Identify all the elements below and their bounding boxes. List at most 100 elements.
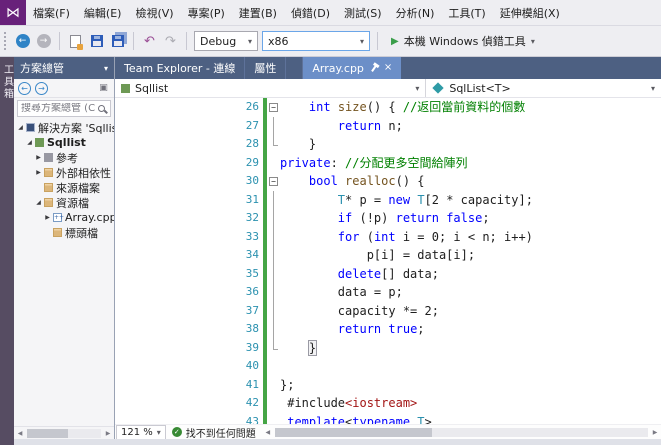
- save-button[interactable]: [88, 33, 105, 50]
- code-text[interactable]: private: //分配更多空間給陣列: [280, 154, 661, 173]
- menu-item[interactable]: 延伸模組(X): [493, 0, 567, 25]
- line-number: 40: [245, 359, 259, 372]
- type-scope-combo[interactable]: SqlList<T> ▾: [426, 79, 661, 97]
- tree-item-solution[interactable]: ◢ 解決方案 'Sqllist': [14, 120, 114, 135]
- menu-item[interactable]: 專案(P): [181, 0, 232, 25]
- expander-icon[interactable]: ◢: [34, 199, 43, 206]
- tree-item-resource-files[interactable]: ◢ 資源檔: [14, 195, 114, 210]
- health-indicator[interactable]: ✓ 找不到任何問題: [166, 425, 262, 440]
- navigate-forward-button[interactable]: →: [35, 33, 52, 50]
- chevron-down-icon: ▾: [530, 36, 535, 46]
- line-number: 43: [245, 414, 259, 425]
- menu-item[interactable]: 檢視(V): [128, 0, 180, 25]
- navigation-bar: Sqllist ▾ SqlList<T> ▾: [115, 79, 661, 98]
- project-scope-combo[interactable]: Sqllist ▾: [115, 79, 427, 97]
- code-text[interactable]: }: [280, 339, 661, 358]
- code-line-36: 36 data = p;: [115, 283, 661, 302]
- line-number: 27: [245, 118, 259, 132]
- solution-platform-combo[interactable]: x86 ▾: [262, 31, 370, 51]
- close-icon[interactable]: ×: [384, 63, 392, 73]
- scroll-right-icon[interactable]: ▶: [102, 430, 114, 437]
- code-lines[interactable]: 26− int size() { //返回當前資料的個數 27 return n;…: [115, 98, 661, 424]
- se-back-icon[interactable]: ←: [18, 81, 31, 95]
- visual-studio-logo-icon: ⋈: [0, 0, 26, 25]
- code-text[interactable]: if (!p) return false;: [280, 209, 661, 228]
- references-icon: [44, 153, 53, 162]
- code-text[interactable]: #include<iostream>: [280, 394, 661, 413]
- project-icon: [121, 83, 130, 93]
- code-text[interactable]: [280, 357, 661, 376]
- tree-item-header-files[interactable]: 標頭檔: [14, 225, 114, 240]
- tree-item-references[interactable]: ▶ 參考: [14, 150, 114, 165]
- start-debugging-button[interactable]: ▶ 本機 Windows 偵錯工具 ▾: [385, 30, 541, 52]
- save-all-button[interactable]: [109, 33, 126, 50]
- redo-button[interactable]: ↷: [162, 33, 179, 50]
- chevron-down-icon[interactable]: ▾: [104, 64, 108, 73]
- editor-left-margin: [115, 302, 237, 321]
- se-toolbar-icons: ← → ▣: [14, 79, 114, 98]
- solution-configuration-combo[interactable]: Debug ▾: [194, 31, 258, 51]
- menu-item[interactable]: 測試(S): [337, 0, 389, 25]
- toolbox-tab[interactable]: 工具箱: [0, 64, 15, 445]
- fold-margin: [267, 227, 280, 247]
- editor-hscrollbar[interactable]: ◀ ▶: [262, 426, 661, 439]
- code-text[interactable]: }: [280, 135, 661, 154]
- new-file-button[interactable]: [67, 33, 84, 50]
- tab-properties[interactable]: 屬性: [245, 57, 287, 79]
- chevron-down-icon: ▾: [247, 36, 252, 46]
- menu-item[interactable]: 工具(T): [441, 0, 492, 25]
- tree-item-array-cpp[interactable]: ▶ Array.cpp: [14, 210, 114, 225]
- scrollbar-track[interactable]: [27, 428, 101, 438]
- tree-item-source-files[interactable]: 來源檔案: [14, 180, 114, 195]
- navigate-back-button[interactable]: ←: [14, 33, 31, 50]
- scroll-left-icon[interactable]: ◀: [262, 429, 274, 436]
- code-line-29: 29 private: //分配更多空間給陣列: [115, 153, 661, 173]
- code-text[interactable]: int size() { //返回當前資料的個數: [280, 98, 661, 117]
- tab-team-explorer[interactable]: Team Explorer - 連線: [115, 57, 246, 79]
- menu-item[interactable]: 偵錯(D): [284, 0, 337, 25]
- code-text[interactable]: };: [280, 376, 661, 395]
- se-forward-icon[interactable]: →: [35, 81, 48, 95]
- tree-item-project-sqllist[interactable]: ◢ Sqllist: [14, 135, 114, 150]
- code-text[interactable]: bool realloc() {: [280, 172, 661, 191]
- zoom-control[interactable]: 121 % ▾: [116, 424, 166, 440]
- scroll-left-icon[interactable]: ◀: [14, 430, 26, 437]
- scrollbar-thumb[interactable]: [274, 427, 432, 437]
- fold-collapse-icon[interactable]: −: [267, 98, 280, 117]
- code-text[interactable]: data = p;: [280, 283, 661, 302]
- fold-collapse-icon[interactable]: −: [267, 172, 280, 191]
- menu-item[interactable]: 檔案(F): [26, 0, 77, 25]
- fold-margin: [267, 338, 280, 358]
- code-text[interactable]: capacity *= 2;: [280, 302, 661, 321]
- code-text[interactable]: delete[] data;: [280, 265, 661, 284]
- se-preview-icon[interactable]: ▣: [97, 82, 110, 95]
- code-text[interactable]: return true;: [280, 320, 661, 339]
- scroll-right-icon[interactable]: ▶: [649, 429, 661, 436]
- undo-button[interactable]: ↶: [141, 33, 158, 50]
- expander-icon[interactable]: ▶: [34, 154, 43, 161]
- code-text[interactable]: T* p = new T[2 * capacity];: [280, 191, 661, 210]
- code-text[interactable]: return n;: [280, 117, 661, 136]
- line-number: 35: [245, 266, 259, 280]
- tree-item-external-dependencies[interactable]: ▶ 外部相依性: [14, 165, 114, 180]
- expander-icon[interactable]: ◢: [25, 139, 34, 146]
- zoom-value: 121 %: [121, 426, 153, 438]
- expander-icon[interactable]: ▶: [34, 169, 43, 176]
- pin-icon[interactable]: [371, 64, 377, 72]
- solution-explorer-header[interactable]: 方案總管 ▾: [14, 57, 114, 79]
- tab-array-cpp[interactable]: Array.cpp ×: [302, 57, 402, 79]
- search-input[interactable]: [18, 103, 98, 114]
- code-text[interactable]: template<typename T>: [280, 413, 661, 425]
- code-text[interactable]: p[i] = data[i];: [280, 246, 661, 265]
- expander-icon[interactable]: ◢: [16, 124, 25, 131]
- scrollbar-track[interactable]: [274, 427, 648, 437]
- menu-item[interactable]: 編輯(E): [77, 0, 129, 25]
- expander-icon[interactable]: ▶: [43, 214, 52, 221]
- se-hscrollbar[interactable]: ◀ ▶: [14, 426, 114, 439]
- scrollbar-thumb[interactable]: [27, 428, 68, 438]
- menu-item[interactable]: 分析(N): [389, 0, 442, 25]
- menu-item[interactable]: 建置(B): [232, 0, 284, 25]
- main-toolbar: ← → ↶ ↷ Debug ▾ x86 ▾ ▶ 本機 Windows 偵錯工具 …: [0, 26, 661, 57]
- code-text[interactable]: for (int i = 0; i < n; i++): [280, 228, 661, 247]
- fold-minus-glyph: −: [269, 176, 278, 186]
